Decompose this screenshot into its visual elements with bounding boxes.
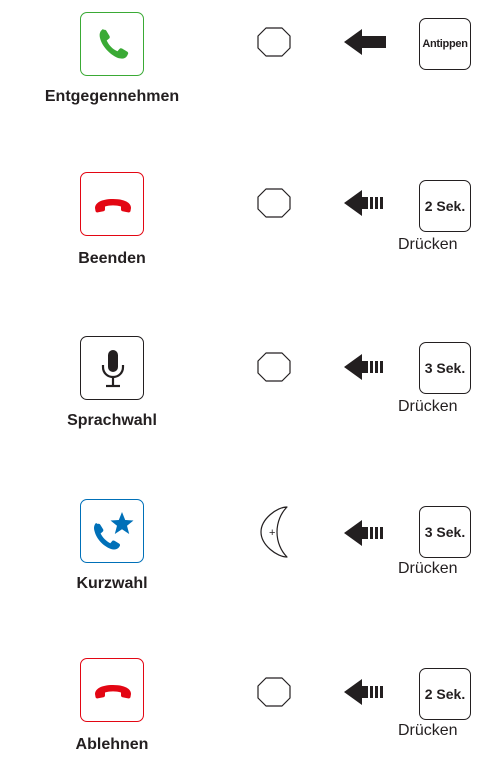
row-answer: Entgegennehmen Antippen: [0, 0, 497, 130]
hold-3s-key: 3 Sek.: [419, 342, 471, 394]
function-label: Beenden: [78, 250, 146, 267]
row-end-call: Beenden 2 Sek. Drücken: [0, 158, 497, 288]
hold-3s-key: 3 Sek.: [419, 506, 471, 558]
function-label: Ablehnen: [75, 736, 149, 753]
hold-arrow-left-icon: [342, 352, 388, 382]
phone-hangup-icon: [80, 172, 144, 236]
rounded-octagon-button-icon: [257, 27, 291, 57]
microphone-icon: [80, 336, 144, 400]
hold-2s-key: 2 Sek.: [419, 180, 471, 232]
hold-arrow-left-icon: [342, 188, 388, 218]
rounded-octagon-button-icon: [257, 352, 291, 382]
rounded-octagon-button-icon: [257, 188, 291, 218]
hold-arrow-left-icon: [342, 518, 388, 548]
function-label: Sprachwahl: [67, 412, 157, 429]
crescent-plus-button-icon: +: [257, 505, 291, 559]
hold-arrow-left-icon: [342, 677, 388, 707]
press-note: Drücken: [398, 236, 458, 253]
function-label: Entgegennehmen: [44, 88, 180, 105]
row-voice-dial: Sprachwahl 3 Sek. Drücken: [0, 322, 497, 452]
phone-star-icon: [80, 499, 144, 563]
svg-text:+: +: [269, 527, 275, 539]
hold-2s-key: 2 Sek.: [419, 668, 471, 720]
phone-hangup-icon: [80, 658, 144, 722]
press-note: Drücken: [398, 398, 458, 415]
solid-arrow-left-icon: [342, 27, 388, 57]
press-note: Drücken: [398, 560, 458, 577]
function-label: Kurzwahl: [76, 575, 148, 592]
row-speed-dial: Kurzwahl + 3 Sek. Drücken: [0, 488, 497, 618]
row-reject: Ablehnen 2 Sek. Drücken: [0, 628, 497, 758]
rounded-octagon-button-icon: [257, 677, 291, 707]
tap-key: Antippen: [419, 18, 471, 70]
phone-answer-icon: [80, 12, 144, 76]
press-note: Drücken: [398, 722, 458, 739]
